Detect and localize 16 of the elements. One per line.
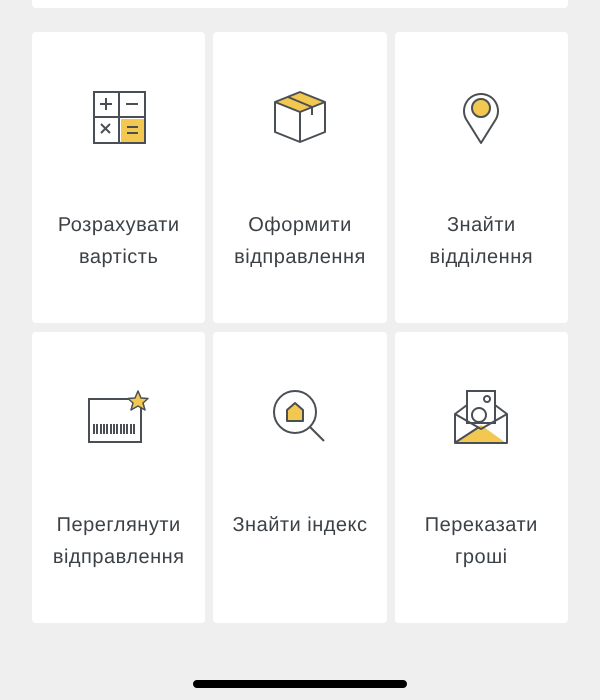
barcode-card-icon (86, 389, 151, 445)
action-tile[interactable]: Переказати гроші (394, 332, 568, 623)
action-tile[interactable]: Переглянути відправлення (32, 332, 206, 623)
action-tile[interactable]: Знайти індекс (213, 332, 387, 623)
action-label: Знайти індекс (231, 513, 369, 538)
action-label: Оформити відправлення (233, 213, 367, 270)
action-tile[interactable]: Розрахувати вартість (32, 32, 206, 323)
action-label: Знайти відділення (428, 213, 534, 270)
box-icon (272, 89, 328, 145)
action-tile[interactable]: Оформити відправлення (213, 32, 387, 323)
action-label: Розрахувати вартість (56, 213, 181, 270)
action-tile[interactable]: Знайти відділення (394, 32, 568, 323)
action-label: Переглянути відправлення (52, 513, 186, 570)
calculator-icon (90, 89, 147, 145)
action-label: Переказати гроші (424, 513, 539, 570)
envelope-icon (453, 389, 510, 445)
